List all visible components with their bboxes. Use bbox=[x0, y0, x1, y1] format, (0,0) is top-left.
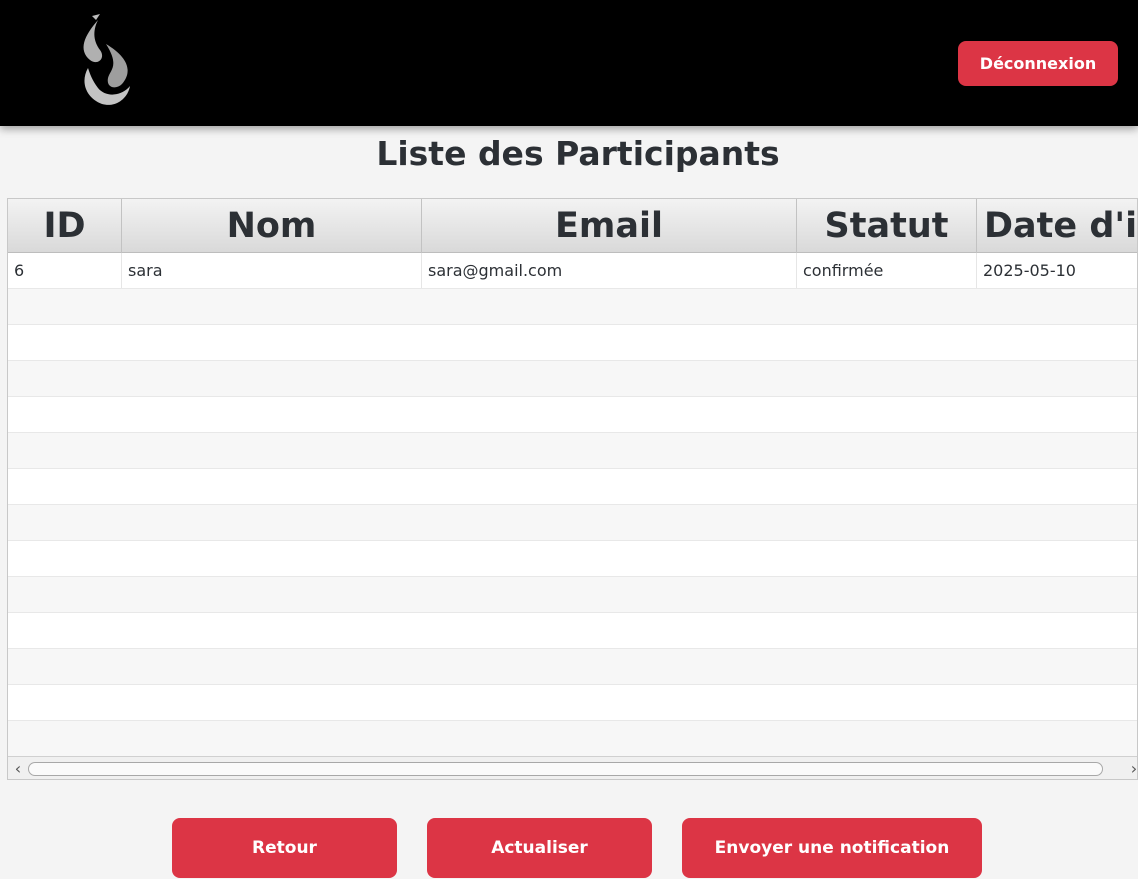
scroll-left-icon[interactable]: ‹ bbox=[9, 759, 27, 778]
participants-table: ID Nom Email Statut Date d'in 6 sara sar… bbox=[7, 198, 1138, 780]
empty-table-row bbox=[8, 469, 1137, 505]
cell-date: 2025-05-10 bbox=[977, 253, 1137, 288]
empty-table-row bbox=[8, 577, 1137, 613]
horizontal-scrollbar[interactable]: ‹ › bbox=[8, 756, 1137, 779]
empty-table-row bbox=[8, 649, 1137, 685]
column-header-date[interactable]: Date d'in bbox=[977, 199, 1137, 253]
send-notification-button[interactable]: Envoyer une notification bbox=[682, 818, 982, 878]
empty-table-row bbox=[8, 721, 1137, 757]
empty-table-row bbox=[8, 685, 1137, 721]
column-header-email[interactable]: Email bbox=[422, 199, 797, 253]
empty-table-row bbox=[8, 613, 1137, 649]
table-row[interactable]: 6 sara sara@gmail.com confirmée 2025-05-… bbox=[8, 253, 1137, 289]
top-bar: Déconnexion bbox=[0, 0, 1138, 126]
empty-table-row bbox=[8, 505, 1137, 541]
column-header-id[interactable]: ID bbox=[8, 199, 122, 253]
cell-id: 6 bbox=[8, 253, 122, 288]
empty-table-row bbox=[8, 289, 1137, 325]
column-header-nom[interactable]: Nom bbox=[122, 199, 422, 253]
back-button[interactable]: Retour bbox=[172, 818, 397, 878]
column-header-statut[interactable]: Statut bbox=[797, 199, 977, 253]
cell-nom: sara bbox=[122, 253, 422, 288]
logout-button[interactable]: Déconnexion bbox=[958, 41, 1118, 86]
empty-table-row bbox=[8, 397, 1137, 433]
empty-table-row bbox=[8, 361, 1137, 397]
empty-table-row bbox=[8, 325, 1137, 361]
cell-statut: confirmée bbox=[797, 253, 977, 288]
empty-table-row bbox=[8, 541, 1137, 577]
cell-email: sara@gmail.com bbox=[422, 253, 797, 288]
table-header: ID Nom Email Statut Date d'in bbox=[8, 199, 1137, 253]
scrollbar-thumb[interactable] bbox=[28, 762, 1103, 776]
refresh-button[interactable]: Actualiser bbox=[427, 818, 652, 878]
table-body: 6 sara sara@gmail.com confirmée 2025-05-… bbox=[8, 253, 1137, 757]
flame-logo-icon bbox=[83, 14, 130, 105]
empty-table-row bbox=[8, 433, 1137, 469]
page-title: Liste des Participants bbox=[376, 134, 780, 173]
scroll-right-icon[interactable]: › bbox=[1125, 759, 1137, 778]
